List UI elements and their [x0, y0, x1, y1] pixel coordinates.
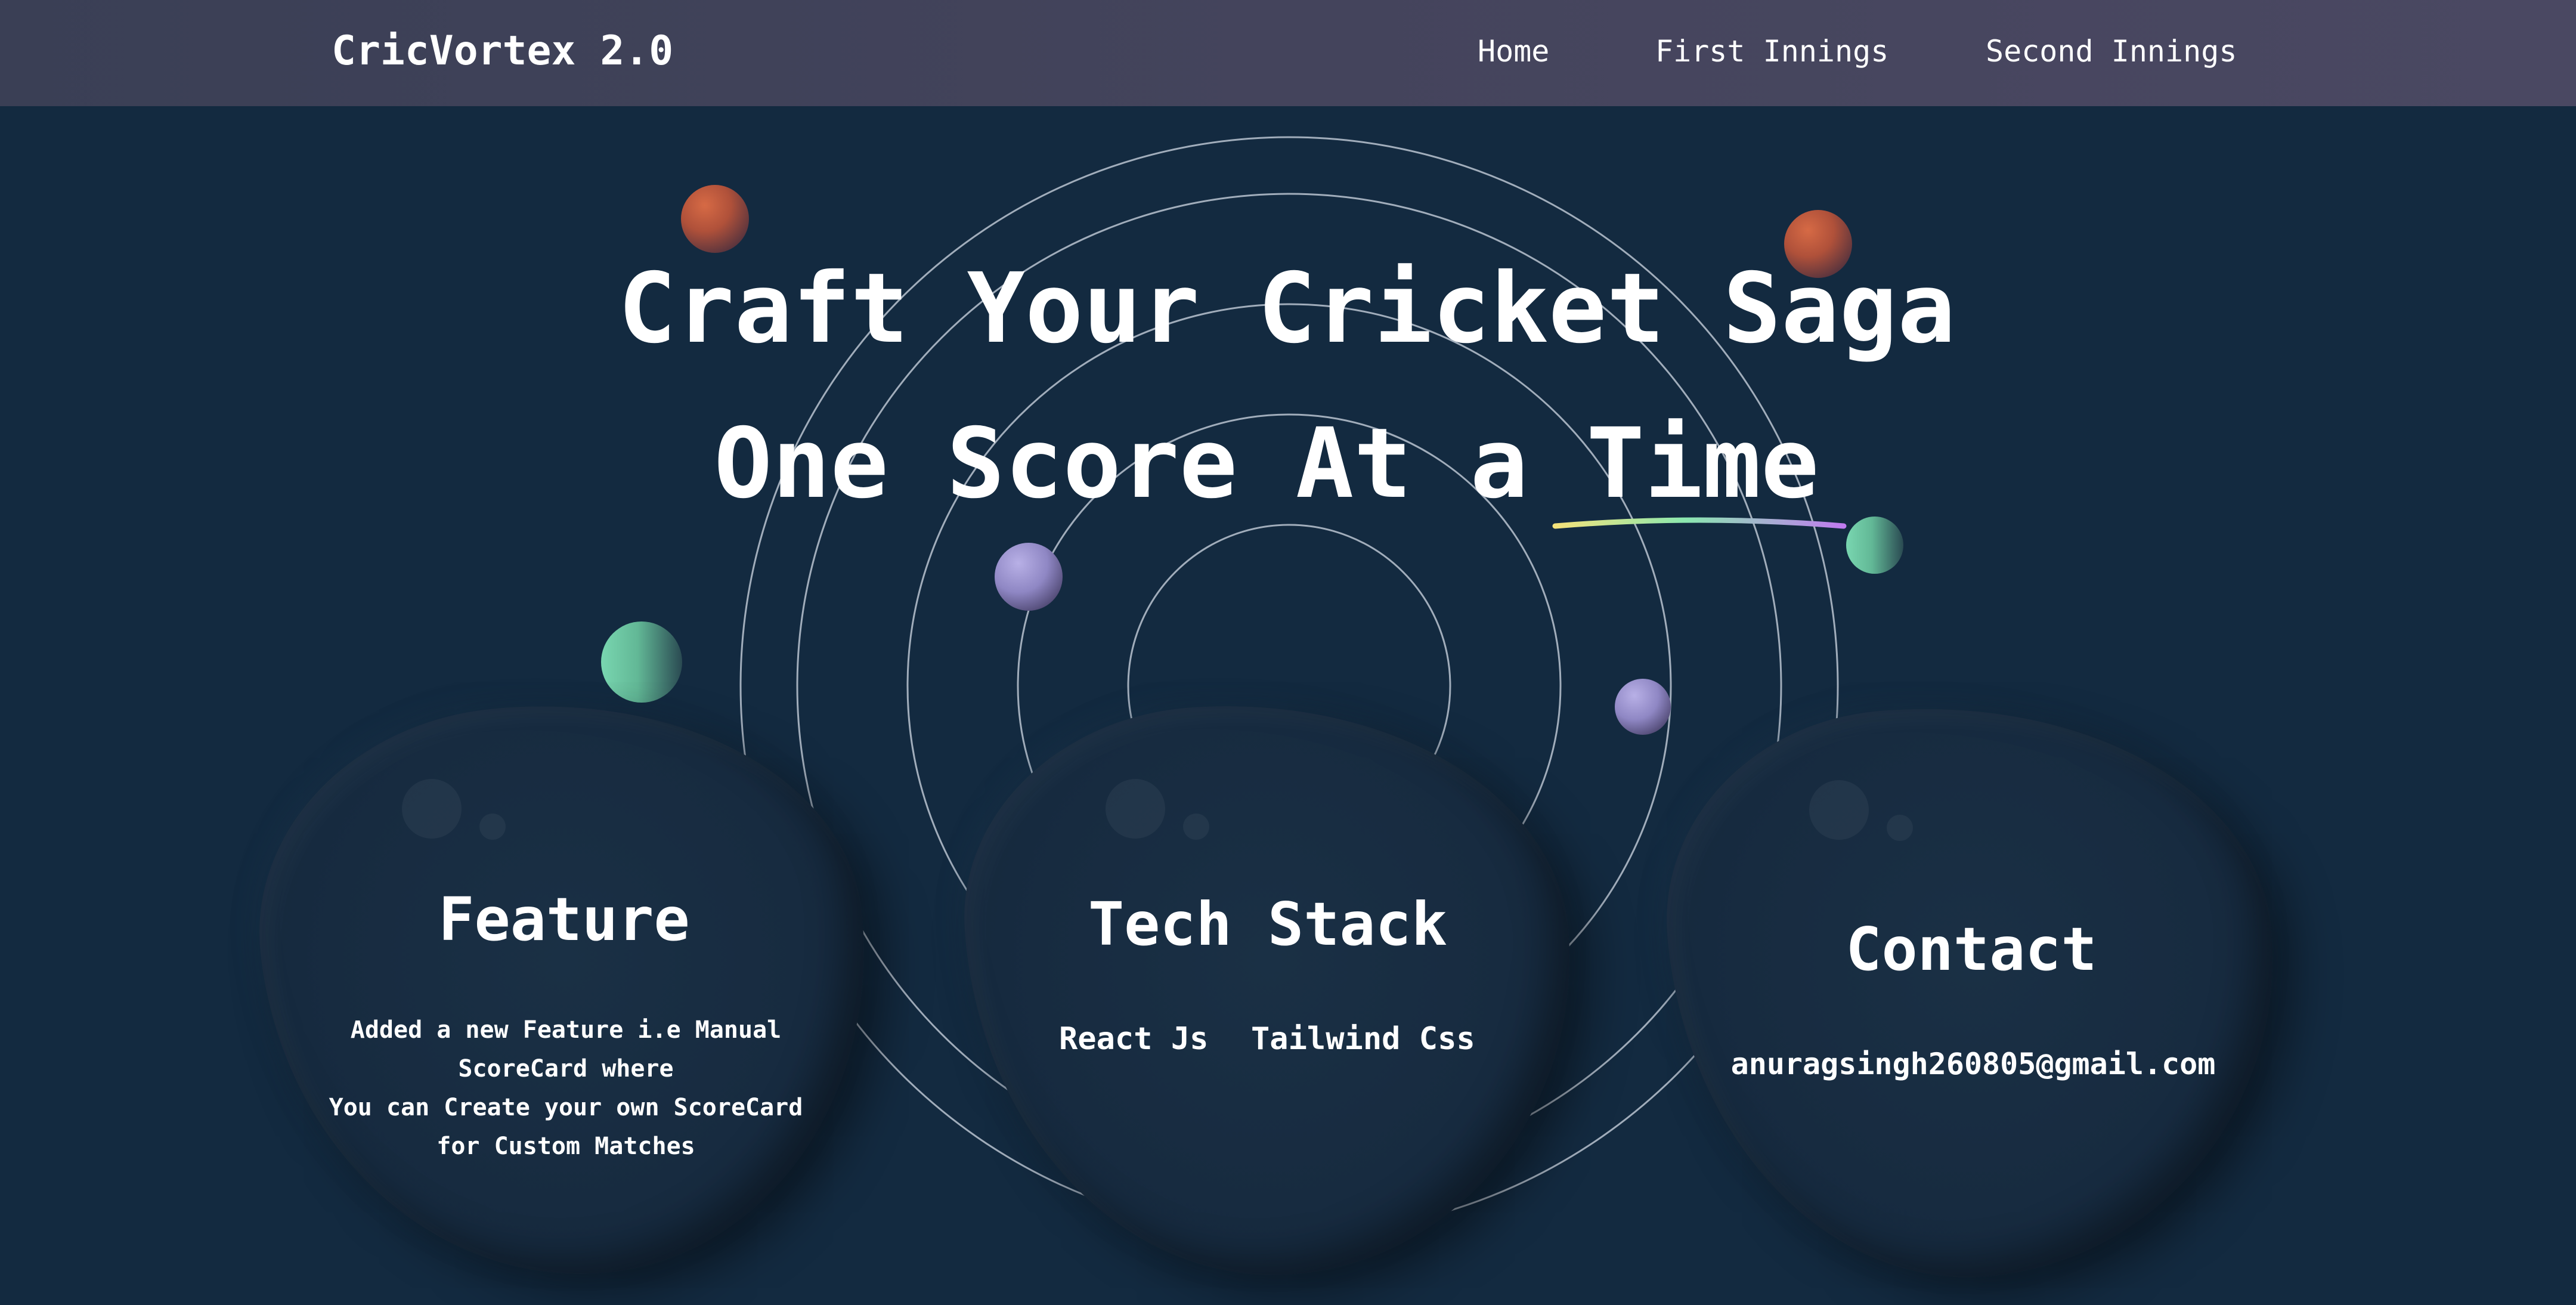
tech-item-react: React Js: [1059, 1021, 1209, 1057]
feature-card-bubble-large: [402, 779, 462, 839]
underline-stroke: [1552, 517, 1847, 529]
gradient-underline-decoration: [1552, 517, 1847, 529]
feature-description-line: Added a new Feature i.e Manual: [350, 1016, 782, 1044]
contact-card-title: Contact: [1846, 914, 2097, 984]
feature-description-line: for Custom Matches: [436, 1133, 695, 1160]
contact-card-bubble-large: [1809, 780, 1869, 840]
tech-card-bubble-large: [1106, 779, 1165, 839]
tech-card-bubble-small: [1183, 814, 1209, 840]
feature-description-line: You can Create your own ScoreCard: [329, 1094, 803, 1121]
nav-link-second-innings[interactable]: Second Innings: [1986, 33, 2237, 69]
sphere-lilac-right: [1615, 679, 1671, 735]
tech-item-tailwind: Tailwind Css: [1251, 1021, 1475, 1057]
hero-title-line-1: Craft Your Cricket Saga: [618, 253, 1956, 365]
contact-card-bubble-small: [1887, 815, 1913, 841]
feature-card-description: Added a new Feature i.e Manual ScoreCard…: [266, 1011, 866, 1166]
nav-link-home[interactable]: Home: [1478, 33, 1549, 69]
sphere-green-right: [1846, 517, 1903, 574]
navbar: CricVortex 2.0 Home First Innings Second…: [0, 0, 2576, 106]
sphere-orange-left: [681, 185, 749, 253]
sphere-lilac-center: [995, 543, 1063, 611]
tech-stack-card-title: Tech Stack: [1088, 889, 1448, 959]
sphere-green-left: [601, 621, 682, 703]
hero-title-line-2: One Score At a Time: [714, 408, 1819, 520]
feature-card-title: Feature: [438, 885, 690, 954]
brand-logo[interactable]: CricVortex 2.0: [332, 26, 673, 76]
feature-card-bubble-small: [479, 814, 506, 840]
nav-link-first-innings[interactable]: First Innings: [1655, 33, 1888, 69]
contact-email-link[interactable]: anuragsingh260805@gmail.com: [1673, 1045, 2273, 1083]
feature-description-line: ScoreCard where: [458, 1055, 674, 1083]
